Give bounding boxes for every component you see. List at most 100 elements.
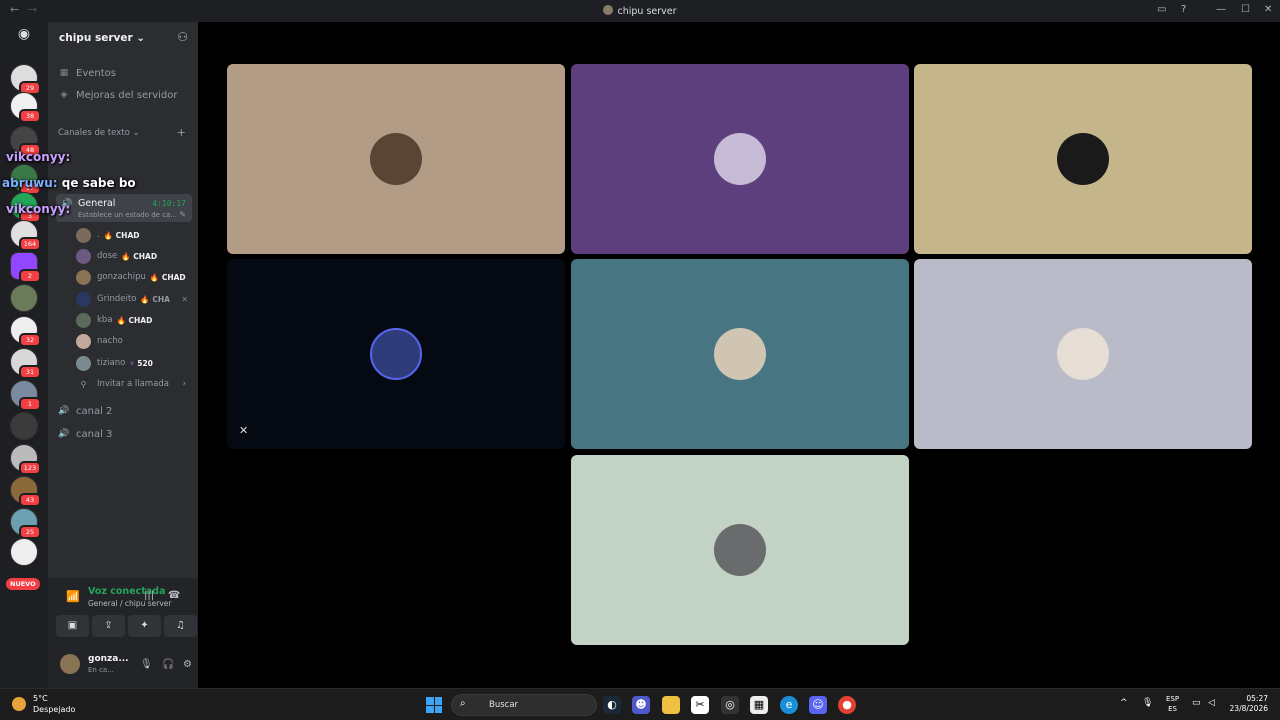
unread-badge: 2 xyxy=(19,269,41,283)
window-title-text: chipu server xyxy=(617,6,677,17)
server-icon[interactable]: 43 xyxy=(10,476,41,507)
member-name: tiziano xyxy=(97,358,126,368)
server-icon[interactable] xyxy=(10,284,38,312)
camera-button[interactable]: ▣ xyxy=(56,615,89,637)
microphone-icon[interactable]: 🎙 xyxy=(1142,698,1153,708)
app-icon[interactable]: ◎ xyxy=(721,696,739,714)
microphone-icon[interactable]: 🎙 xyxy=(140,659,153,670)
participant-tile[interactable] xyxy=(914,64,1252,254)
search-placeholder: Buscar xyxy=(489,700,519,710)
server-header[interactable]: chipu server ⌄ ⚇ xyxy=(48,22,198,54)
capcut-icon[interactable]: ✂ xyxy=(691,696,709,714)
participant-tile[interactable] xyxy=(571,455,909,645)
store-icon[interactable]: ▦ xyxy=(750,696,768,714)
voice-member[interactable]: Grindeito 🔥 CHA ✕ xyxy=(76,289,192,309)
voice-member[interactable]: dose 🔥 CHAD xyxy=(76,246,192,266)
voice-call-stage: ✕ xyxy=(198,22,1280,688)
fire-icon: 🔥 xyxy=(149,272,160,282)
close-button[interactable]: ✕ xyxy=(1264,4,1272,15)
network-icon[interactable]: ▭ xyxy=(1192,698,1201,708)
boosts-item[interactable]: ◈ Mejoras del servidor xyxy=(56,85,192,105)
steam-icon[interactable]: ◐ xyxy=(603,696,621,714)
edit-icon[interactable]: ✎ xyxy=(179,210,186,219)
voice-member[interactable]: . 🔥 CHAD xyxy=(76,225,192,245)
invite-to-call[interactable]: ⚲ Invitar a llamada › xyxy=(76,374,192,394)
add-member-icon[interactable]: ⚇ xyxy=(177,30,188,44)
headphones-icon[interactable]: 🎧 xyxy=(162,659,174,670)
server-icon[interactable]: 1 xyxy=(10,380,41,411)
voice-member[interactable]: kba 🔥 CHAD xyxy=(76,310,192,330)
channel-name: canal 2 xyxy=(76,405,113,417)
add-user-icon: ⚲ xyxy=(80,379,87,389)
events-item[interactable]: ▦ Eventos xyxy=(56,63,192,83)
fire-icon: 🔥 xyxy=(103,230,114,240)
server-icon[interactable]: 2 xyxy=(10,252,41,283)
voice-member[interactable]: tiziano ⚡ 520 xyxy=(76,353,192,373)
server-icon[interactable]: 32 xyxy=(10,316,41,347)
noise-suppression-icon[interactable]: ||| xyxy=(144,590,154,601)
new-servers-badge[interactable]: NUEVO xyxy=(6,578,40,590)
server-icon[interactable]: 123 xyxy=(10,444,41,475)
moon-weather-icon xyxy=(12,697,26,711)
participant-tile[interactable] xyxy=(571,259,909,449)
avatar[interactable] xyxy=(60,654,80,674)
participant-tile[interactable] xyxy=(914,259,1252,449)
member-name: dose xyxy=(97,251,118,261)
server-name: chipu server ⌄ xyxy=(59,32,146,44)
voice-member[interactable]: gonzachipu 🔥 CHAD xyxy=(76,267,192,287)
user-name[interactable]: gonza... xyxy=(88,654,129,664)
text-channels-category[interactable]: Canales de texto ⌄ xyxy=(58,128,140,138)
voice-channel-canal-2[interactable]: 🔊 canal 2 xyxy=(56,401,192,421)
member-tag: 🔥 CHAD xyxy=(149,272,186,282)
help-icon[interactable]: ? xyxy=(1181,4,1186,15)
taskbar-search[interactable]: ⌕ Buscar xyxy=(451,694,597,716)
signal-icon[interactable]: 📶 xyxy=(66,590,80,603)
server-icon[interactable]: 164 xyxy=(10,220,41,251)
participant-avatar xyxy=(714,133,766,185)
speaker-icon: 🔊 xyxy=(58,406,70,416)
chrome-icon[interactable]: ● xyxy=(838,696,856,714)
speaker-icon: 🔊 xyxy=(58,429,70,439)
participant-tile[interactable]: ✕ xyxy=(227,259,565,449)
server-icon[interactable] xyxy=(10,538,38,566)
channel-status-input[interactable]: Establece un estado de ca... xyxy=(78,211,177,219)
volume-icon[interactable]: ◁ xyxy=(1208,698,1215,708)
disconnect-icon[interactable]: ☎ xyxy=(168,590,180,601)
screen-share-button[interactable]: ⇪ xyxy=(92,615,125,637)
call-timer: 4:10:17 xyxy=(152,199,186,208)
voice-channel-general[interactable]: 🔊 General 4:10:17 Establece un estado de… xyxy=(56,194,192,222)
mic-muted-icon: ✕ xyxy=(181,294,188,304)
edge-icon[interactable]: e xyxy=(780,696,798,714)
activities-button[interactable]: ✦ xyxy=(128,615,161,637)
windows-start-icon[interactable] xyxy=(426,697,442,713)
create-channel-icon[interactable]: + xyxy=(177,126,186,139)
fire-icon: 🔥 xyxy=(140,294,150,304)
server-icon[interactable]: 38 xyxy=(10,92,41,123)
minimize-button[interactable]: — xyxy=(1216,4,1226,15)
maximize-button[interactable]: ☐ xyxy=(1241,4,1250,15)
discord-icon[interactable]: ☺ xyxy=(809,696,827,714)
inbox-icon[interactable]: ▭ xyxy=(1157,4,1166,15)
participant-tile[interactable] xyxy=(571,64,909,254)
file-explorer-icon[interactable] xyxy=(662,696,680,714)
participant-tile[interactable] xyxy=(227,64,565,254)
server-icon[interactable]: 29 xyxy=(10,64,41,95)
clock[interactable]: 05:27 23/8/2026 xyxy=(1230,694,1268,714)
chevron-up-icon[interactable]: ^ xyxy=(1120,698,1128,708)
temperature: 5°C xyxy=(33,694,48,703)
settings-gear-icon[interactable]: ⚙ xyxy=(183,659,192,670)
server-icon[interactable] xyxy=(10,412,38,440)
voice-status-subtitle[interactable]: General / chipu server xyxy=(88,599,171,608)
channel-sidebar: chipu server ⌄ ⚇ ▦ Eventos ◈ Mejoras del s… xyxy=(48,22,198,688)
server-icon[interactable]: 25 xyxy=(10,508,41,539)
soundboard-button[interactable]: ♫ xyxy=(164,615,197,637)
unread-badge: 38 xyxy=(19,109,41,123)
server-icon[interactable]: 31 xyxy=(10,348,41,379)
discord-home-icon[interactable]: ◉ xyxy=(12,26,36,48)
teams-icon[interactable]: ☻ xyxy=(632,696,650,714)
boost-icon: ◈ xyxy=(60,90,68,100)
language-indicator[interactable]: ESP ES xyxy=(1166,694,1179,714)
member-name: . xyxy=(97,230,100,240)
voice-channel-canal-3[interactable]: 🔊 canal 3 xyxy=(56,424,192,444)
voice-member[interactable]: nacho xyxy=(76,331,192,351)
